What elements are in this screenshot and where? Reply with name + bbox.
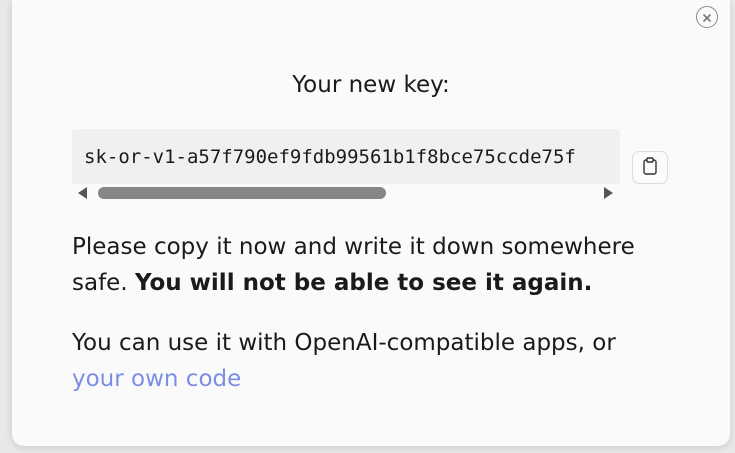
warning-bold-text: You will not be able to see it again. [134,270,593,296]
copy-key-button[interactable] [632,151,668,184]
dialog-title: Your new key: [292,72,450,98]
clipboard-icon [642,156,658,179]
scroll-right-arrow-icon[interactable] [604,187,613,199]
warning-message: Please copy it now and write it down som… [72,229,672,301]
api-key-field[interactable]: sk-or-v1-a57f790ef9fdb99561b1f8bce75ccde… [72,129,620,201]
api-key-dialog: Your new key: sk-or-v1-a57f790ef9fdb9956… [12,0,730,446]
own-code-link[interactable]: your own code [72,366,241,392]
api-key-value[interactable]: sk-or-v1-a57f790ef9fdb99561b1f8bce75ccde… [84,146,620,168]
scrollbar-thumb[interactable] [98,187,386,199]
usage-message: You can use it with OpenAI-compatible ap… [72,325,672,397]
usage-text: You can use it with OpenAI-compatible ap… [72,330,616,356]
close-icon [702,8,712,27]
horizontal-scrollbar[interactable] [72,184,620,201]
close-button[interactable] [696,6,718,28]
scroll-left-arrow-icon[interactable] [78,187,87,199]
